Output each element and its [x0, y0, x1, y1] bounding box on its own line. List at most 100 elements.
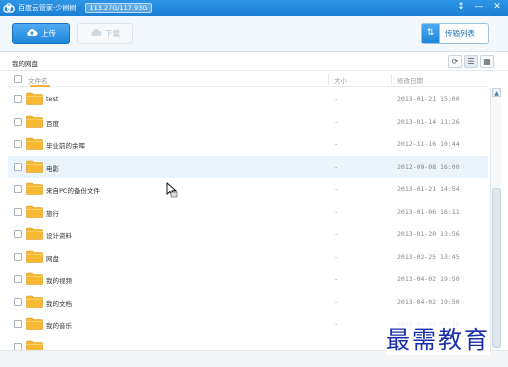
file-modified: 2013-01-14 11:26	[397, 117, 460, 126]
file-size: -	[335, 275, 338, 283]
file-row[interactable]: test - 2013-01-21 15:00	[8, 88, 488, 111]
folder-icon	[26, 182, 43, 195]
file-size: -	[335, 117, 338, 126]
mouse-cursor-icon	[166, 182, 178, 200]
file-size: -	[335, 230, 338, 238]
folder-icon	[26, 317, 43, 330]
file-size: -	[335, 140, 338, 148]
file-modified: 2013-01-21 14:54	[397, 185, 460, 193]
scrollbar-thumb[interactable]	[492, 188, 501, 348]
file-name: 网盘	[46, 254, 59, 263]
row-checkbox[interactable]	[14, 207, 22, 216]
storage-quota: 113.27G/117.93G	[84, 3, 153, 13]
select-all-checkbox[interactable]	[14, 75, 22, 83]
row-checkbox[interactable]	[14, 297, 22, 306]
file-modified: 2012-11-16 10:44	[397, 140, 460, 148]
sort-indicator	[30, 85, 50, 87]
file-size: -	[335, 297, 338, 306]
file-size: -	[335, 162, 338, 171]
file-name: 我的视频	[46, 277, 72, 285]
download-button[interactable]: 下载	[77, 23, 133, 44]
folder-icon	[26, 137, 43, 150]
column-size-header[interactable]: 大小	[334, 75, 347, 85]
file-modified: 2013-01-06 16:11	[397, 207, 460, 216]
file-row[interactable]: 我的视频 - 2013-04-02 19:50	[8, 268, 488, 291]
row-checkbox[interactable]	[14, 252, 22, 261]
column-divider	[391, 74, 392, 85]
folder-icon	[26, 295, 43, 308]
window-title: 百度云管家-少树树	[18, 4, 77, 12]
transfer-list-label: 传输列表	[445, 29, 475, 38]
watermark: 最需教育	[386, 320, 490, 355]
refresh-icon[interactable]: ⟳	[448, 55, 462, 68]
cloud-upload-icon	[26, 28, 38, 40]
column-name-header[interactable]: 文件名	[28, 75, 48, 85]
file-row[interactable]: 电影 - 2012-09-08 16:00	[8, 155, 488, 178]
folder-icon	[26, 250, 43, 263]
row-checkbox[interactable]	[14, 95, 22, 103]
folder-icon	[26, 115, 43, 128]
file-row[interactable]: 百度 - 2013-01-14 11:26	[8, 111, 488, 134]
minimize-button[interactable]: —	[470, 1, 488, 15]
file-name: 毕业前的余晖	[46, 142, 85, 150]
file-row[interactable]: 网盘 - 2013-02-25 13:45	[8, 246, 488, 269]
row-checkbox[interactable]	[14, 162, 22, 171]
file-name: 来自PC的备份文件	[46, 187, 100, 195]
file-size: -	[335, 207, 338, 216]
file-row[interactable]: 来自PC的备份文件 - 2013-01-21 14:54	[8, 178, 488, 201]
toolbar: 上传 下载 ⇅ 传输列表	[0, 16, 508, 52]
folder-icon	[26, 160, 43, 173]
column-modified-header[interactable]: 修改日期	[397, 75, 423, 85]
row-checkbox[interactable]	[14, 185, 22, 193]
row-checkbox[interactable]	[14, 230, 22, 238]
title-bar: 百度云管家-少树树 113.27G/117.93G ↕ — ✕	[0, 0, 508, 16]
row-checkbox[interactable]	[14, 342, 22, 350]
file-modified: 2013-04-02 19:50	[397, 297, 460, 306]
scroll-up-icon[interactable]: ▲	[492, 88, 501, 97]
file-name: 我的文档	[46, 299, 72, 308]
folder-icon	[26, 227, 43, 240]
file-modified: 2013-04-02 19:50	[397, 275, 460, 283]
file-modified: 2013-01-21 15:00	[397, 95, 460, 103]
breadcrumb[interactable]: 我的网盘	[12, 58, 38, 68]
upload-button[interactable]: 上传	[12, 23, 70, 44]
row-checkbox[interactable]	[14, 275, 22, 283]
file-size: -	[335, 320, 338, 328]
list-view-icon[interactable]: ☰	[464, 55, 478, 68]
file-name: 电影	[46, 164, 59, 173]
row-checkbox[interactable]	[14, 140, 22, 148]
row-checkbox[interactable]	[14, 117, 22, 126]
transfer-list-button[interactable]: ⇅ 传输列表	[421, 23, 489, 44]
file-modified: 2012-09-08 16:00	[397, 162, 460, 171]
folder-icon	[26, 272, 43, 285]
download-label: 下载	[105, 29, 120, 38]
grid-view-icon[interactable]: ▦	[480, 55, 494, 68]
cloud-download-icon	[90, 28, 102, 40]
file-name: 设计资料	[46, 232, 72, 240]
file-row[interactable]: 毕业前的余晖 - 2012-11-16 10:44	[8, 133, 488, 156]
file-size: -	[335, 252, 338, 261]
file-modified: 2013-02-25 13:45	[397, 252, 460, 261]
sync-icon[interactable]: ↕	[452, 1, 470, 15]
column-header: 文件名 大小 修改日期	[8, 72, 488, 87]
folder-icon	[26, 205, 43, 218]
file-name: 百度	[46, 119, 59, 128]
file-size: -	[335, 185, 338, 193]
path-bar: 我的网盘 ⟳ ☰ ▦	[0, 53, 508, 71]
folder-icon	[26, 340, 43, 350]
file-name: 旅行	[46, 209, 59, 218]
file-size: -	[335, 95, 338, 103]
close-button[interactable]: ✕	[488, 1, 506, 15]
upload-label: 上传	[41, 29, 56, 38]
scrollbar[interactable]: ▲	[490, 88, 501, 350]
file-name: 我的音乐	[46, 322, 72, 330]
file-list: test - 2013-01-21 15:00 百度 - 2013-01-14 11:26…	[8, 88, 488, 350]
file-name: test	[46, 95, 59, 103]
folder-icon	[26, 92, 43, 105]
baidu-cloud-logo-icon	[3, 2, 15, 14]
transfer-arrows-icon: ⇅	[422, 24, 440, 43]
file-row[interactable]: 我的文档 - 2013-04-02 19:50	[8, 291, 488, 314]
file-row[interactable]: 旅行 - 2013-01-06 16:11	[8, 201, 488, 224]
file-row[interactable]: 设计资料 - 2013-01-20 13:56	[8, 223, 488, 246]
row-checkbox[interactable]	[14, 320, 22, 328]
